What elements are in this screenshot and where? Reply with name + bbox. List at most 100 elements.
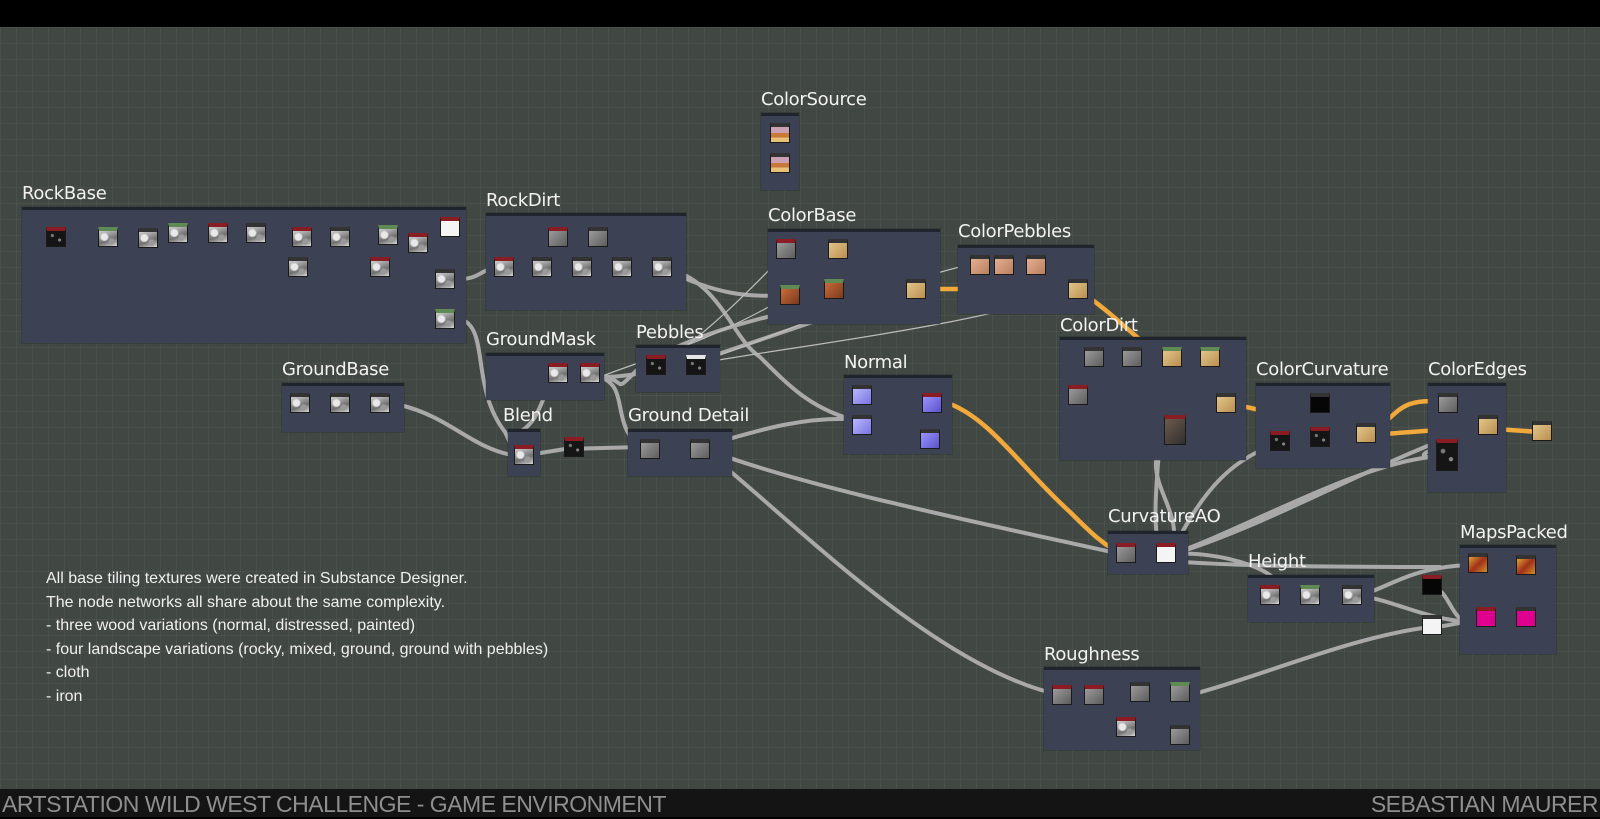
graph-node[interactable] — [1084, 347, 1104, 367]
graph-node[interactable] — [1200, 347, 1220, 367]
frame-title-rockbase: RockBase — [22, 183, 107, 204]
graph-canvas[interactable]: ColorSource RockBase RockDirt ColorBase … — [0, 27, 1600, 789]
graph-node[interactable] — [1026, 255, 1046, 275]
description-line: - four landscape variations (rocky, mixe… — [46, 640, 549, 658]
graph-node[interactable] — [1516, 555, 1536, 575]
graph-node[interactable] — [46, 227, 66, 247]
graph-node[interactable] — [1422, 615, 1442, 635]
frame-title-curvatureao: CurvatureAO — [1108, 506, 1221, 527]
graph-node[interactable] — [1164, 415, 1186, 445]
graph-node[interactable] — [1342, 585, 1362, 605]
graph-node[interactable] — [370, 257, 390, 277]
graph-node[interactable] — [440, 217, 460, 237]
graph-node[interactable] — [640, 439, 660, 459]
graph-node[interactable] — [906, 279, 926, 299]
graph-node[interactable] — [1516, 607, 1536, 627]
graph-node[interactable] — [588, 227, 608, 247]
graph-node[interactable] — [770, 153, 790, 173]
graph-node[interactable] — [1476, 607, 1496, 627]
frame-rockbase[interactable] — [22, 207, 466, 343]
graph-node[interactable] — [1260, 585, 1280, 605]
graph-node[interactable] — [1310, 427, 1330, 447]
graph-node[interactable] — [776, 239, 796, 259]
graph-node[interactable] — [514, 445, 534, 465]
graph-node[interactable] — [1156, 543, 1176, 563]
graph-node[interactable] — [1270, 431, 1290, 451]
frame-title-coloredges: ColorEdges — [1428, 359, 1527, 380]
frame-title-colorsource: ColorSource — [761, 89, 867, 110]
frame-title-mapspacked: MapsPacked — [1460, 522, 1568, 543]
frame-title-colorcurvature: ColorCurvature — [1256, 359, 1389, 380]
graph-node[interactable] — [922, 393, 942, 413]
description-line: - iron — [46, 687, 83, 705]
graph-node[interactable] — [652, 257, 672, 277]
graph-node[interactable] — [378, 225, 398, 245]
graph-node[interactable] — [330, 227, 350, 247]
graph-node[interactable] — [1478, 415, 1498, 435]
graph-node[interactable] — [612, 257, 632, 277]
graph-node[interactable] — [852, 385, 872, 405]
graph-node[interactable] — [1130, 682, 1150, 702]
footer-bar: ARTSTATION WILD WEST CHALLENGE - GAME EN… — [0, 789, 1600, 817]
graph-node[interactable] — [1162, 347, 1182, 367]
graph-node[interactable] — [646, 355, 666, 375]
graph-node[interactable] — [1116, 717, 1136, 737]
graph-node[interactable] — [1436, 439, 1458, 471]
graph-node[interactable] — [580, 363, 600, 383]
graph-node[interactable] — [828, 239, 848, 259]
graph-node[interactable] — [288, 257, 308, 277]
frame-title-roughness: Roughness — [1044, 644, 1140, 665]
graph-node[interactable] — [994, 255, 1014, 275]
graph-node[interactable] — [1068, 279, 1088, 299]
description-text: All base tiling textures were created in… — [46, 567, 548, 708]
graph-node[interactable] — [1122, 347, 1142, 367]
graph-node[interactable] — [532, 257, 552, 277]
graph-node[interactable] — [920, 429, 940, 449]
graph-node[interactable] — [970, 255, 990, 275]
graph-node[interactable] — [852, 415, 872, 435]
graph-node[interactable] — [1468, 553, 1488, 573]
frame-title-groundbase: GroundBase — [282, 359, 390, 380]
graph-node[interactable] — [1216, 393, 1236, 413]
graph-node[interactable] — [435, 309, 455, 329]
graph-node[interactable] — [548, 227, 568, 247]
graph-node[interactable] — [330, 393, 350, 413]
frame-title-pebbles: Pebbles — [636, 322, 704, 343]
frame-title-rockdirt: RockDirt — [486, 190, 560, 211]
footer-author: SEBASTIAN MAURER — [1370, 791, 1599, 817]
graph-node[interactable] — [564, 437, 584, 457]
graph-node[interactable] — [1532, 421, 1552, 441]
graph-node[interactable] — [1422, 575, 1442, 595]
graph-node[interactable] — [1356, 423, 1376, 443]
graph-node[interactable] — [1068, 385, 1088, 405]
graph-node[interactable] — [1170, 682, 1190, 702]
graph-node[interactable] — [290, 393, 310, 413]
graph-node[interactable] — [1052, 685, 1072, 705]
graph-node[interactable] — [246, 223, 266, 243]
graph-node[interactable] — [572, 257, 592, 277]
graph-node[interactable] — [1300, 585, 1320, 605]
frame-title-colordirt: ColorDirt — [1060, 315, 1138, 336]
graph-node[interactable] — [1116, 543, 1136, 563]
graph-node[interactable] — [780, 285, 800, 305]
graph-node[interactable] — [770, 123, 790, 143]
graph-node[interactable] — [548, 363, 568, 383]
graph-node[interactable] — [1170, 725, 1190, 745]
graph-node[interactable] — [408, 233, 428, 253]
graph-node[interactable] — [1438, 393, 1458, 413]
graph-node[interactable] — [1310, 393, 1330, 413]
graph-node[interactable] — [138, 228, 158, 248]
graph-node[interactable] — [208, 223, 228, 243]
graph-node[interactable] — [98, 227, 118, 247]
graph-node[interactable] — [494, 257, 514, 277]
frame-title-grounddetail: Ground Detail — [628, 405, 750, 426]
graph-node[interactable] — [686, 355, 706, 375]
graph-node[interactable] — [168, 223, 188, 243]
graph-node[interactable] — [292, 227, 312, 247]
graph-node[interactable] — [824, 279, 844, 299]
graph-node[interactable] — [435, 269, 455, 289]
graph-node[interactable] — [690, 439, 710, 459]
graph-node[interactable] — [1084, 685, 1104, 705]
description-line: All base tiling textures were created in… — [46, 570, 468, 587]
graph-node[interactable] — [370, 393, 390, 413]
